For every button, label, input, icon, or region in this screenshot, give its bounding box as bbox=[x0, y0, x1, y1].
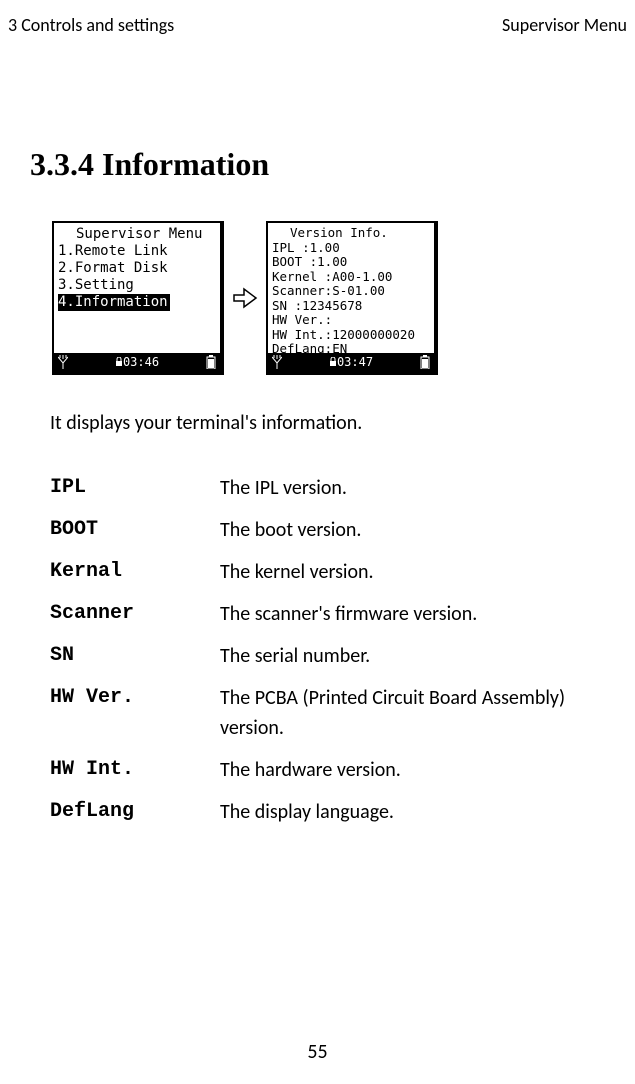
info-ipl: IPL :1.00 bbox=[272, 241, 432, 256]
lock-icon bbox=[329, 357, 337, 367]
table-row: HW Ver. The PCBA (Printed Circuit Board … bbox=[50, 677, 580, 749]
page-header: 3 Controls and settings Supervisor Menu bbox=[0, 0, 635, 36]
term-ipl: IPL bbox=[50, 467, 220, 509]
desc-ipl: The IPL version. bbox=[220, 467, 580, 509]
page-number: 55 bbox=[0, 1040, 635, 1064]
desc-hw-int: The hardware version. bbox=[220, 749, 580, 791]
table-row: Scanner The scanner's firmware version. bbox=[50, 593, 580, 635]
status-bar-right: 03:47 bbox=[268, 353, 434, 371]
battery-icon bbox=[420, 355, 430, 369]
status-bar-left: 03:46 bbox=[54, 353, 220, 371]
info-scanner: Scanner:S-01.00 bbox=[272, 284, 432, 299]
lock-icon bbox=[115, 357, 123, 367]
header-left: 3 Controls and settings bbox=[8, 14, 174, 36]
lcd-screen-supervisor-menu: Supervisor Menu 1.Remote Link 2.Format D… bbox=[52, 221, 224, 375]
antenna-icon bbox=[58, 355, 68, 369]
lcd-screen-version-info: Version Info. IPL :1.00 BOOT :1.00 Kerne… bbox=[266, 221, 438, 375]
screenshots-row: Supervisor Menu 1.Remote Link 2.Format D… bbox=[52, 221, 635, 375]
table-row: DefLang The display language. bbox=[50, 791, 580, 833]
table-row: BOOT The boot version. bbox=[50, 509, 580, 551]
table-row: HW Int. The hardware version. bbox=[50, 749, 580, 791]
table-row: Kernal The kernel version. bbox=[50, 551, 580, 593]
status-time-left: 03:46 bbox=[115, 354, 159, 371]
menu-item-remote-link: 1.Remote Link bbox=[58, 243, 218, 260]
desc-deflang: The display language. bbox=[220, 791, 580, 833]
term-boot: BOOT bbox=[50, 509, 220, 551]
info-hw-ver: HW Ver.: bbox=[272, 313, 432, 328]
menu-item-setting: 3.Setting bbox=[58, 277, 218, 294]
menu-item-information-selected: 4.Information bbox=[58, 294, 170, 311]
intro-paragraph: It displays your terminal's information. bbox=[50, 411, 635, 435]
info-hw-int: HW Int.:12000000020 bbox=[272, 328, 432, 343]
battery-icon bbox=[206, 355, 216, 369]
desc-kernal: The kernel version. bbox=[220, 551, 580, 593]
info-boot: BOOT :1.00 bbox=[272, 255, 432, 270]
menu-item-format-disk: 2.Format Disk bbox=[58, 260, 218, 277]
term-scanner: Scanner bbox=[50, 593, 220, 635]
term-kernal: Kernal bbox=[50, 551, 220, 593]
info-sn: SN :12345678 bbox=[272, 299, 432, 314]
header-right: Supervisor Menu bbox=[502, 14, 627, 36]
term-deflang: DefLang bbox=[50, 791, 220, 833]
arrow-right-icon bbox=[232, 285, 258, 311]
info-kernel: Kernel :A00-1.00 bbox=[272, 270, 432, 285]
section-heading: 3.3.4 Information bbox=[0, 36, 635, 183]
lcd-title-right: Version Info. bbox=[272, 226, 432, 241]
status-time-right: 03:47 bbox=[329, 354, 373, 371]
antenna-icon bbox=[272, 355, 282, 369]
lcd-title-left: Supervisor Menu bbox=[58, 226, 218, 243]
table-row: SN The serial number. bbox=[50, 635, 580, 677]
desc-boot: The boot version. bbox=[220, 509, 580, 551]
desc-scanner: The scanner's firmware version. bbox=[220, 593, 580, 635]
desc-hw-ver: The PCBA (Printed Circuit Board Assembly… bbox=[220, 677, 580, 749]
term-hw-int: HW Int. bbox=[50, 749, 220, 791]
definitions-table: IPL The IPL version. BOOT The boot versi… bbox=[50, 467, 580, 833]
term-hw-ver: HW Ver. bbox=[50, 677, 220, 749]
term-sn: SN bbox=[50, 635, 220, 677]
table-row: IPL The IPL version. bbox=[50, 467, 580, 509]
desc-sn: The serial number. bbox=[220, 635, 580, 677]
